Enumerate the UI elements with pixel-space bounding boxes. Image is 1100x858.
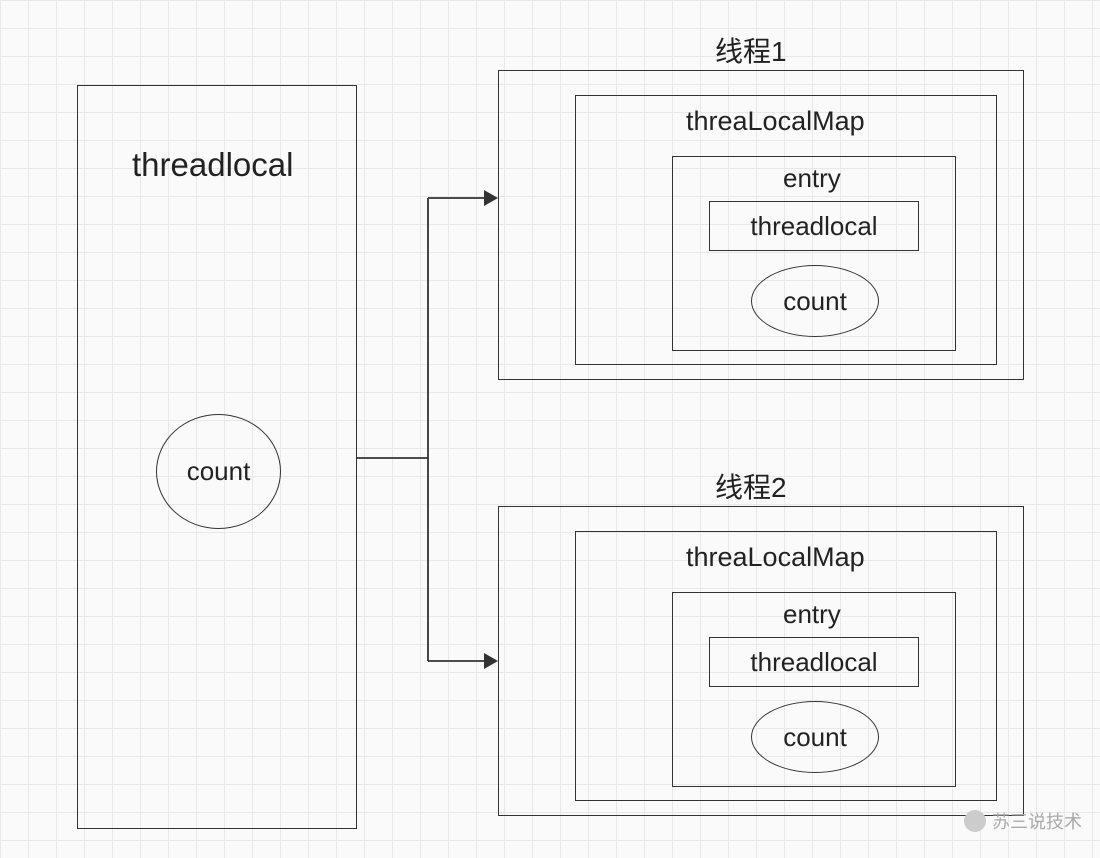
wechat-icon: [964, 810, 986, 832]
thread1-outer-box: threaLocalMap entry threadlocal count: [498, 70, 1024, 380]
watermark-text: 苏三说技术: [992, 808, 1082, 834]
thread1-tl-box: threadlocal: [709, 201, 919, 251]
thread2-title: 线程2: [715, 466, 787, 506]
arrowhead-thread1: [484, 190, 498, 206]
watermark: 苏三说技术: [964, 808, 1082, 834]
thread2-map-label: threaLocalMap: [686, 542, 865, 573]
thread2-outer-box: threaLocalMap entry threadlocal count: [498, 506, 1024, 816]
thread2-map-box: threaLocalMap entry threadlocal count: [575, 531, 997, 801]
count-label: count: [187, 456, 251, 487]
thread2-entry-label: entry: [783, 599, 841, 630]
thread2-count-ellipse: count: [751, 701, 879, 773]
thread2-entry-box: entry threadlocal count: [672, 592, 956, 787]
count-ellipse: count: [156, 414, 281, 529]
thread1-entry-label: entry: [783, 163, 841, 194]
thread1-count-ellipse: count: [751, 265, 879, 337]
thread1-map-box: threaLocalMap entry threadlocal count: [575, 95, 997, 365]
thread1-count-label: count: [783, 286, 847, 317]
threadlocal-box: threadlocal count: [77, 85, 357, 829]
thread2-count-label: count: [783, 722, 847, 753]
thread1-entry-box: entry threadlocal count: [672, 156, 956, 351]
thread1-map-label: threaLocalMap: [686, 106, 865, 137]
thread1-title: 线程1: [715, 30, 787, 70]
thread2-tl-box: threadlocal: [709, 637, 919, 687]
thread2-tl-label: threadlocal: [750, 647, 877, 678]
arrowhead-thread2: [484, 653, 498, 669]
threadlocal-title: threadlocal: [132, 146, 293, 184]
thread1-tl-label: threadlocal: [750, 211, 877, 242]
